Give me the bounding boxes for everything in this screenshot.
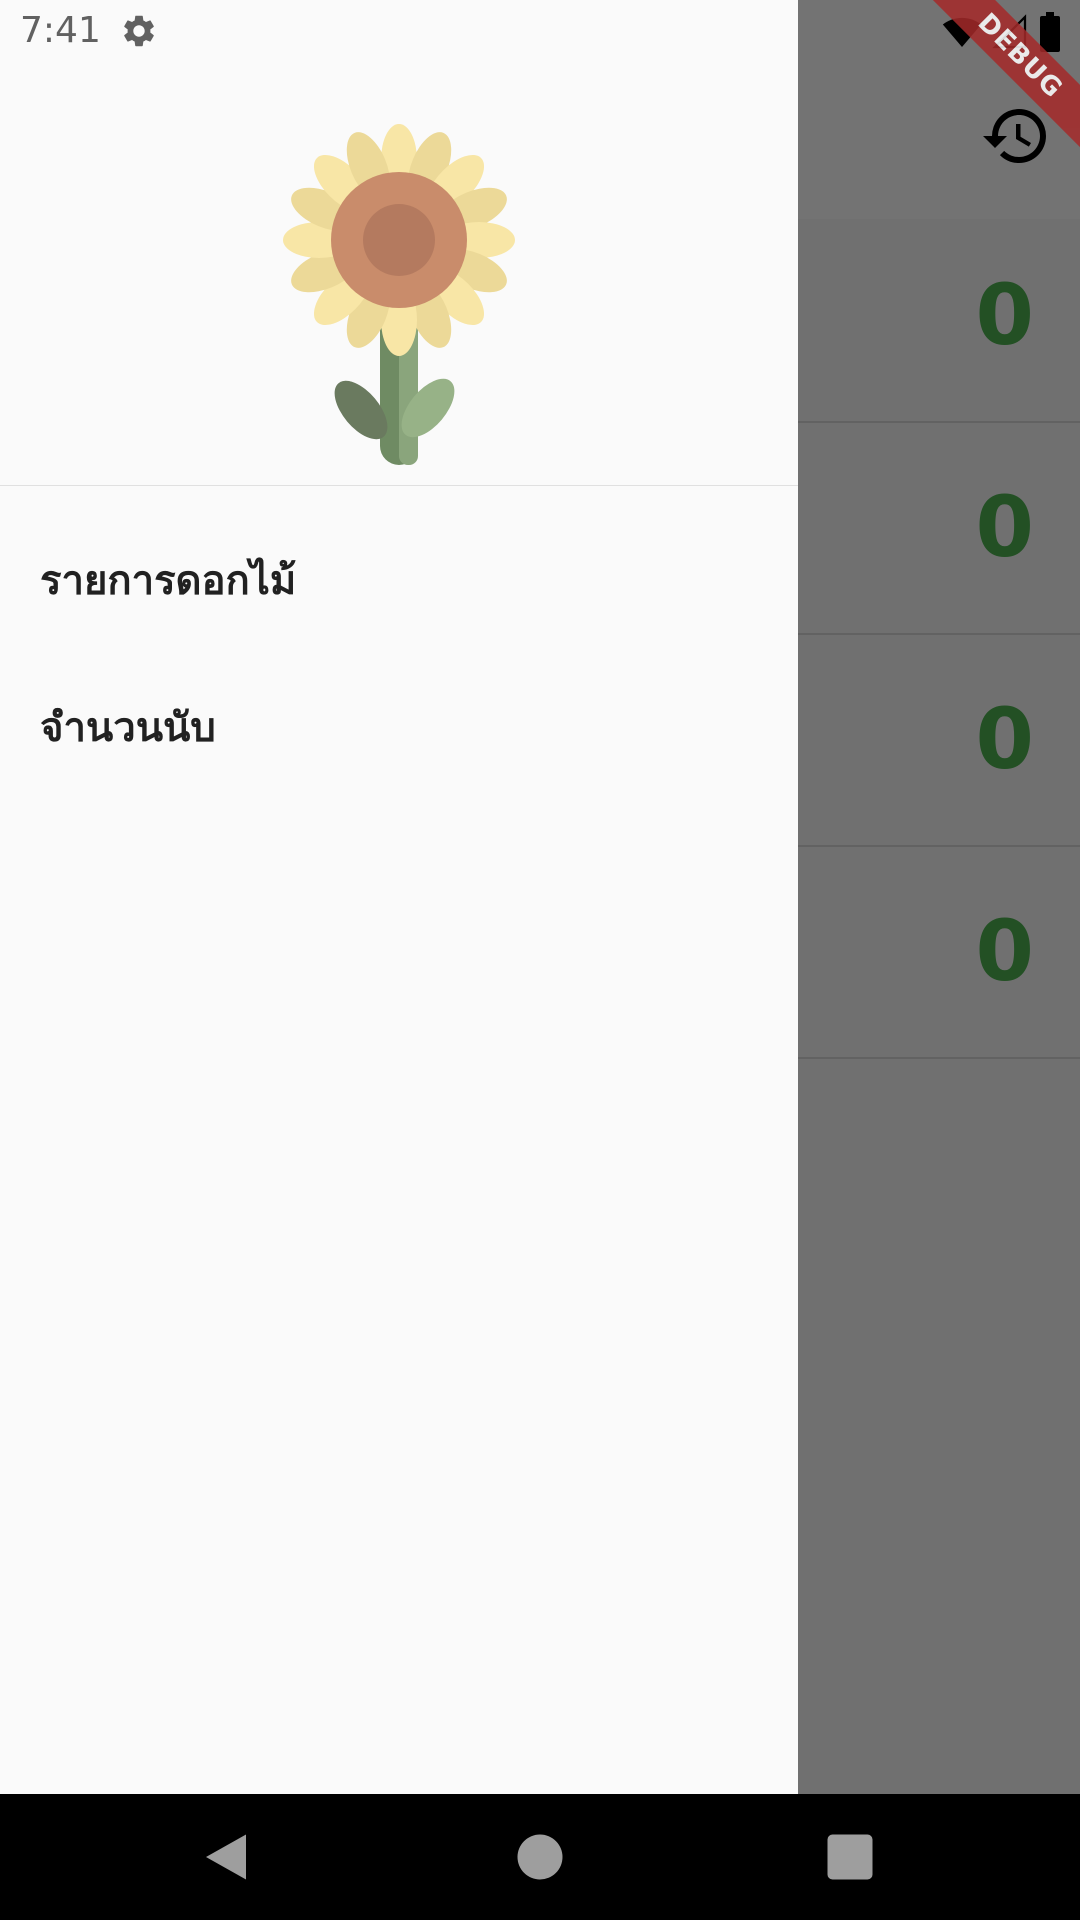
drawer-item-label: จำนวนนับ	[40, 705, 216, 751]
drawer-header	[0, 0, 798, 486]
debug-banner-label: DEBUG	[920, 0, 1080, 160]
debug-banner: DEBUG	[920, 0, 1080, 160]
settings-icon	[124, 15, 154, 47]
home-icon[interactable]	[510, 1827, 570, 1887]
navigation-bar	[0, 1794, 1080, 1920]
status-time: 7:41	[20, 10, 101, 51]
drawer-item-counter[interactable]: จำนวนนับ	[40, 677, 740, 777]
recents-icon[interactable]	[820, 1827, 880, 1887]
navigation-drawer: รายการดอกไม้ จำนวนนับ	[0, 0, 798, 1794]
back-icon[interactable]	[196, 1827, 256, 1887]
sunflower-logo	[283, 124, 515, 465]
drawer-item-flower-list[interactable]: รายการดอกไม้	[40, 530, 740, 630]
drawer-item-label: รายการดอกไม้	[40, 558, 297, 604]
status-bar: 7:41	[0, 0, 1080, 63]
